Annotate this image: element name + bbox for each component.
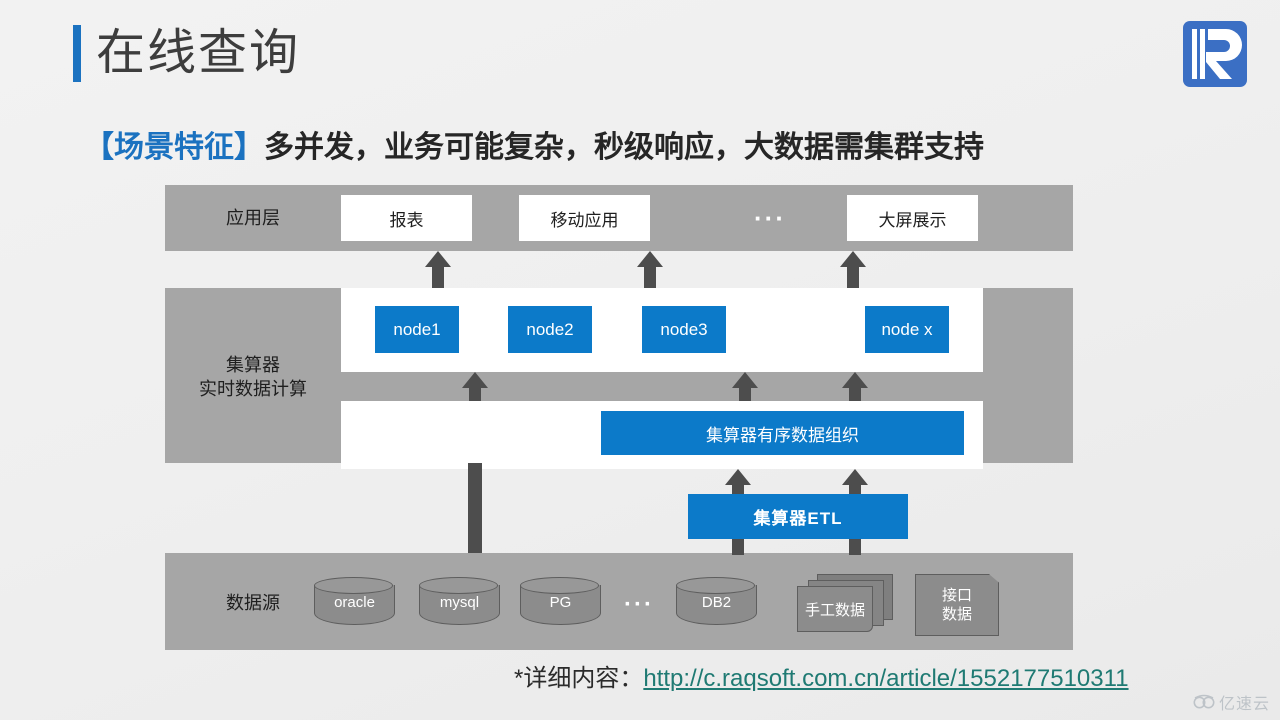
app-box-mobile[interactable]: 移动应用 bbox=[519, 195, 650, 241]
page-title: 在线查询 bbox=[96, 26, 301, 80]
datasource-oracle[interactable]: oracle bbox=[314, 577, 395, 632]
arrow-up-order-to-node3 bbox=[732, 372, 758, 401]
cylinder-top bbox=[520, 577, 599, 594]
arrow-stem-source-to-etl-right bbox=[842, 539, 868, 555]
arrow-up-etl-right bbox=[842, 469, 868, 495]
cloud-icon bbox=[1193, 694, 1215, 709]
arrow-up-to-report bbox=[425, 251, 451, 288]
cylinder-top bbox=[314, 577, 393, 594]
layer-label-compute-line1: 集算器 bbox=[226, 355, 280, 375]
app-box-bigscreen[interactable]: 大屏展示 bbox=[847, 195, 978, 241]
layer-label-application: 应用层 bbox=[226, 208, 280, 228]
footer-article-link[interactable]: http://c.raqsoft.com.cn/article/15521775… bbox=[643, 665, 1128, 692]
interface-label-line2: 数据 bbox=[941, 606, 972, 623]
watermark-text: 亿速云 bbox=[1218, 696, 1270, 713]
node-box-3[interactable]: node3 bbox=[642, 306, 726, 353]
arrow-up-etl-left bbox=[725, 469, 751, 495]
arrow-up-order-to-nodex bbox=[842, 372, 868, 401]
layer-label-compute-line2: 实时数据计算 bbox=[199, 379, 307, 399]
scenario-subtitle: 【场景特征】 多并发，业务可能复杂，秒级响应，大数据需集群支持 bbox=[84, 121, 984, 167]
etl-box[interactable]: 集算器ETL bbox=[688, 494, 908, 539]
arrow-up-to-mobile bbox=[637, 251, 663, 288]
node-box-2[interactable]: node2 bbox=[508, 306, 592, 353]
datasource-mysql[interactable]: mysql bbox=[419, 577, 500, 632]
datasource-label: DB2 bbox=[701, 594, 732, 611]
datasource-pg[interactable]: PG bbox=[520, 577, 601, 632]
subtitle-tag: 【场景特征】 bbox=[84, 131, 264, 164]
arrow-stem-source-to-etl-left bbox=[725, 539, 751, 555]
datasource-ellipsis: ··· bbox=[624, 591, 654, 618]
datasource-label: mysql bbox=[439, 594, 480, 611]
ordered-data-bar[interactable]: 集算器有序数据组织 bbox=[601, 411, 964, 455]
node-box-x[interactable]: node x bbox=[865, 306, 949, 353]
arrow-up-to-bigscreen bbox=[840, 251, 866, 288]
footer-note: *详细内容：http://c.raqsoft.com.cn/article/15… bbox=[514, 658, 1129, 693]
datasource-manual-data[interactable]: 手工数据 bbox=[797, 574, 897, 636]
title-accent-bar bbox=[73, 25, 81, 82]
datasource-label: PG bbox=[549, 594, 572, 611]
connector-compute-to-datasource bbox=[468, 463, 482, 553]
raqsoft-logo bbox=[1182, 18, 1248, 90]
datasource-interface-data[interactable]: 接口 数据 bbox=[915, 574, 999, 636]
footer-prefix: *详细内容： bbox=[514, 665, 644, 692]
datasource-db2[interactable]: DB2 bbox=[676, 577, 757, 632]
interface-label-line1: 接口 bbox=[941, 587, 972, 604]
app-box-report[interactable]: 报表 bbox=[341, 195, 472, 241]
cylinder-top bbox=[676, 577, 755, 594]
arrow-up-order-to-node1 bbox=[462, 372, 488, 401]
subtitle-text: 多并发，业务可能复杂，秒级响应，大数据需集群支持 bbox=[264, 131, 984, 164]
app-ellipsis: ··· bbox=[754, 203, 786, 233]
ordered-data-panel: 集算器有序数据组织 bbox=[341, 401, 983, 469]
layer-label-compute: 集算器 实时数据计算 bbox=[165, 353, 341, 401]
cylinder-top bbox=[419, 577, 498, 594]
slide-header: 在线查询 bbox=[0, 0, 1280, 110]
node-box-1[interactable]: node1 bbox=[375, 306, 459, 353]
architecture-diagram: 应用层 集算器 实时数据计算 数据源 报表 移动应用 ··· 大屏展示 node… bbox=[165, 185, 1073, 650]
document-sheet-front: 手工数据 bbox=[797, 586, 873, 632]
node-cluster-panel: node1 node2 node3 node x bbox=[341, 288, 983, 372]
watermark: 亿速云 bbox=[1193, 690, 1270, 714]
datasource-label: oracle bbox=[334, 594, 375, 611]
